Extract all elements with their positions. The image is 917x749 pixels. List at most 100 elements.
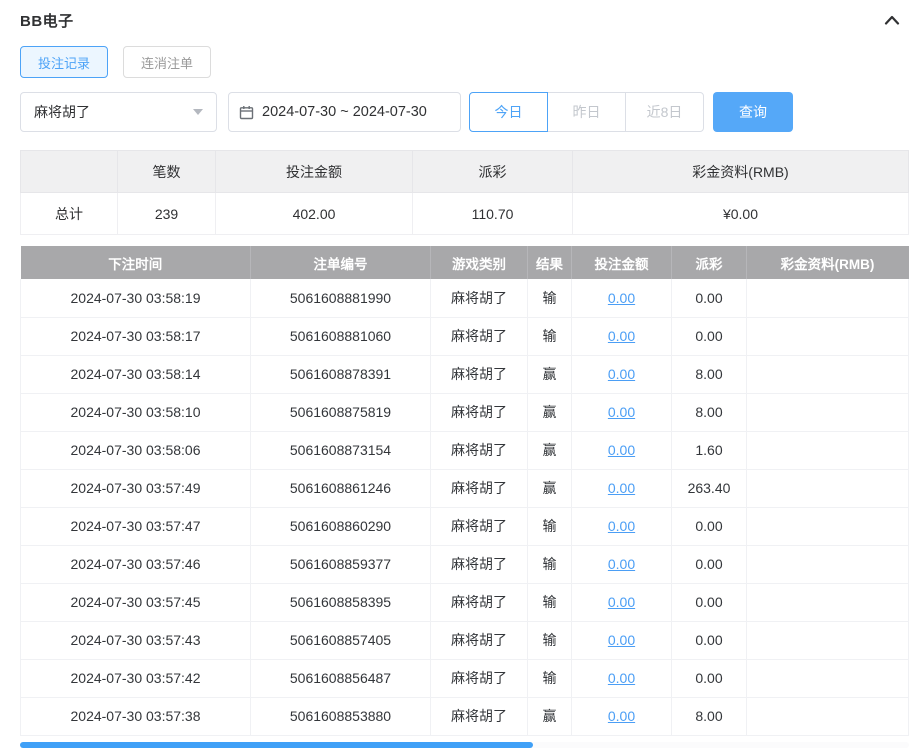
col-header-order-id: 注单编号 bbox=[250, 246, 431, 279]
cell-bet-time: 2024-07-30 03:57:45 bbox=[20, 583, 251, 622]
collapse-chevron-up-icon[interactable] bbox=[883, 13, 901, 27]
cell-payout: 0.00 bbox=[671, 317, 747, 356]
cell-order-id: 5061608861246 bbox=[250, 469, 431, 508]
tab-bet-records[interactable]: 投注记录 bbox=[20, 46, 109, 78]
cell-order-id: 5061608856487 bbox=[250, 659, 431, 698]
cell-bonus bbox=[746, 545, 909, 584]
summary-header-row: 笔数 投注金额 派彩 彩金资料(RMB) bbox=[20, 150, 909, 193]
record-row: 2024-07-30 03:58:10 5061608875819 麻将胡了 赢… bbox=[20, 393, 909, 432]
cell-order-id: 5061608860290 bbox=[250, 507, 431, 546]
cell-game-type: 麻将胡了 bbox=[430, 279, 528, 318]
cell-bet-time: 2024-07-30 03:58:17 bbox=[20, 317, 251, 356]
cell-payout: 0.00 bbox=[671, 659, 747, 698]
horizontal-scrollbar[interactable] bbox=[20, 742, 909, 748]
bet-amount-link[interactable]: 0.00 bbox=[608, 708, 635, 724]
page-title: BB电子 bbox=[20, 12, 74, 30]
record-row: 2024-07-30 03:57:45 5061608858395 麻将胡了 输… bbox=[20, 583, 909, 622]
search-button[interactable]: 查询 bbox=[713, 92, 793, 132]
record-row: 2024-07-30 03:58:14 5061608878391 麻将胡了 赢… bbox=[20, 355, 909, 394]
cell-result: 输 bbox=[527, 659, 572, 698]
cell-bonus bbox=[746, 507, 909, 546]
records-header-row: 下注时间 注单编号 游戏类别 结果 投注金额 派彩 彩金资料(RMB) bbox=[20, 246, 909, 279]
summary-total-row: 总计 239 402.00 110.70 ¥0.00 bbox=[20, 192, 909, 235]
quick-yesterday-button[interactable]: 昨日 bbox=[547, 92, 626, 132]
bet-amount-link[interactable]: 0.00 bbox=[608, 670, 635, 686]
cell-bet-time: 2024-07-30 03:57:49 bbox=[20, 469, 251, 508]
cell-bet-time: 2024-07-30 03:58:10 bbox=[20, 393, 251, 432]
bet-amount-link[interactable]: 0.00 bbox=[608, 328, 635, 344]
cell-bonus bbox=[746, 317, 909, 356]
cell-bet-amount: 0.00 bbox=[571, 393, 672, 432]
cell-bet-time: 2024-07-30 03:57:43 bbox=[20, 621, 251, 660]
cell-bet-time: 2024-07-30 03:57:38 bbox=[20, 697, 251, 736]
cell-payout: 8.00 bbox=[671, 355, 747, 394]
tab-cancelled-orders[interactable]: 连消注单 bbox=[123, 46, 212, 78]
cell-game-type: 麻将胡了 bbox=[430, 659, 528, 698]
record-row: 2024-07-30 03:58:19 5061608881990 麻将胡了 输… bbox=[20, 279, 909, 318]
date-range-picker[interactable]: 2024-07-30 ~ 2024-07-30 bbox=[228, 92, 461, 132]
summary-header-bet-amount: 投注金额 bbox=[215, 150, 413, 193]
game-select[interactable]: 麻将胡了 bbox=[20, 92, 217, 132]
cell-game-type: 麻将胡了 bbox=[430, 507, 528, 546]
cell-bonus bbox=[746, 355, 909, 394]
cell-game-type: 麻将胡了 bbox=[430, 583, 528, 622]
cell-game-type: 麻将胡了 bbox=[430, 545, 528, 584]
bet-amount-link[interactable]: 0.00 bbox=[608, 290, 635, 306]
quick-today-button[interactable]: 今日 bbox=[469, 92, 548, 132]
summary-total-count: 239 bbox=[117, 192, 216, 235]
horizontal-scrollbar-thumb[interactable] bbox=[20, 742, 533, 748]
bet-amount-link[interactable]: 0.00 bbox=[608, 442, 635, 458]
cell-result: 输 bbox=[527, 507, 572, 546]
cell-game-type: 麻将胡了 bbox=[430, 697, 528, 736]
date-range-value: 2024-07-30 ~ 2024-07-30 bbox=[262, 104, 427, 120]
cell-result: 输 bbox=[527, 545, 572, 584]
record-row: 2024-07-30 03:57:43 5061608857405 麻将胡了 输… bbox=[20, 621, 909, 660]
cell-payout: 1.60 bbox=[671, 431, 747, 470]
cell-bet-amount: 0.00 bbox=[571, 545, 672, 584]
bet-amount-link[interactable]: 0.00 bbox=[608, 404, 635, 420]
bet-amount-link[interactable]: 0.00 bbox=[608, 632, 635, 648]
cell-game-type: 麻将胡了 bbox=[430, 621, 528, 660]
cell-bonus bbox=[746, 583, 909, 622]
col-header-game-type: 游戏类别 bbox=[430, 246, 528, 279]
quick-range-group: 今日 昨日 近8日 bbox=[469, 92, 704, 132]
cell-order-id: 5061608858395 bbox=[250, 583, 431, 622]
calendar-icon bbox=[239, 105, 254, 120]
quick-8days-button[interactable]: 近8日 bbox=[625, 92, 704, 132]
summary-header-bonus: 彩金资料(RMB) bbox=[572, 150, 909, 193]
cell-bet-time: 2024-07-30 03:57:42 bbox=[20, 659, 251, 698]
col-header-bet-time: 下注时间 bbox=[20, 246, 251, 279]
record-tabs: 投注记录 连消注单 bbox=[20, 46, 909, 78]
cell-bonus bbox=[746, 431, 909, 470]
cell-order-id: 5061608881060 bbox=[250, 317, 431, 356]
record-row: 2024-07-30 03:57:42 5061608856487 麻将胡了 输… bbox=[20, 659, 909, 698]
cell-bonus bbox=[746, 659, 909, 698]
bet-amount-link[interactable]: 0.00 bbox=[608, 366, 635, 382]
cell-bet-amount: 0.00 bbox=[571, 621, 672, 660]
bet-amount-link[interactable]: 0.00 bbox=[608, 480, 635, 496]
cell-order-id: 5061608875819 bbox=[250, 393, 431, 432]
cell-order-id: 5061608857405 bbox=[250, 621, 431, 660]
col-header-payout: 派彩 bbox=[671, 246, 747, 279]
cell-bonus bbox=[746, 393, 909, 432]
cell-bet-amount: 0.00 bbox=[571, 697, 672, 736]
cell-result: 输 bbox=[527, 317, 572, 356]
cell-result: 赢 bbox=[527, 393, 572, 432]
cell-bonus bbox=[746, 697, 909, 736]
record-row: 2024-07-30 03:57:47 5061608860290 麻将胡了 输… bbox=[20, 507, 909, 546]
cell-bet-time: 2024-07-30 03:58:06 bbox=[20, 431, 251, 470]
bet-amount-link[interactable]: 0.00 bbox=[608, 594, 635, 610]
cell-order-id: 5061608881990 bbox=[250, 279, 431, 318]
cell-bet-amount: 0.00 bbox=[571, 583, 672, 622]
cell-payout: 8.00 bbox=[671, 393, 747, 432]
cell-game-type: 麻将胡了 bbox=[430, 469, 528, 508]
bet-amount-link[interactable]: 0.00 bbox=[608, 518, 635, 534]
cell-result: 赢 bbox=[527, 431, 572, 470]
bet-amount-link[interactable]: 0.00 bbox=[608, 556, 635, 572]
summary-table: 笔数 投注金额 派彩 彩金资料(RMB) 总计 239 402.00 110.7… bbox=[20, 150, 909, 235]
panel-header: BB电子 bbox=[20, 0, 909, 32]
cell-bet-amount: 0.00 bbox=[571, 469, 672, 508]
col-header-result: 结果 bbox=[527, 246, 572, 279]
col-header-bonus: 彩金资料(RMB) bbox=[746, 246, 909, 279]
cell-result: 输 bbox=[527, 583, 572, 622]
